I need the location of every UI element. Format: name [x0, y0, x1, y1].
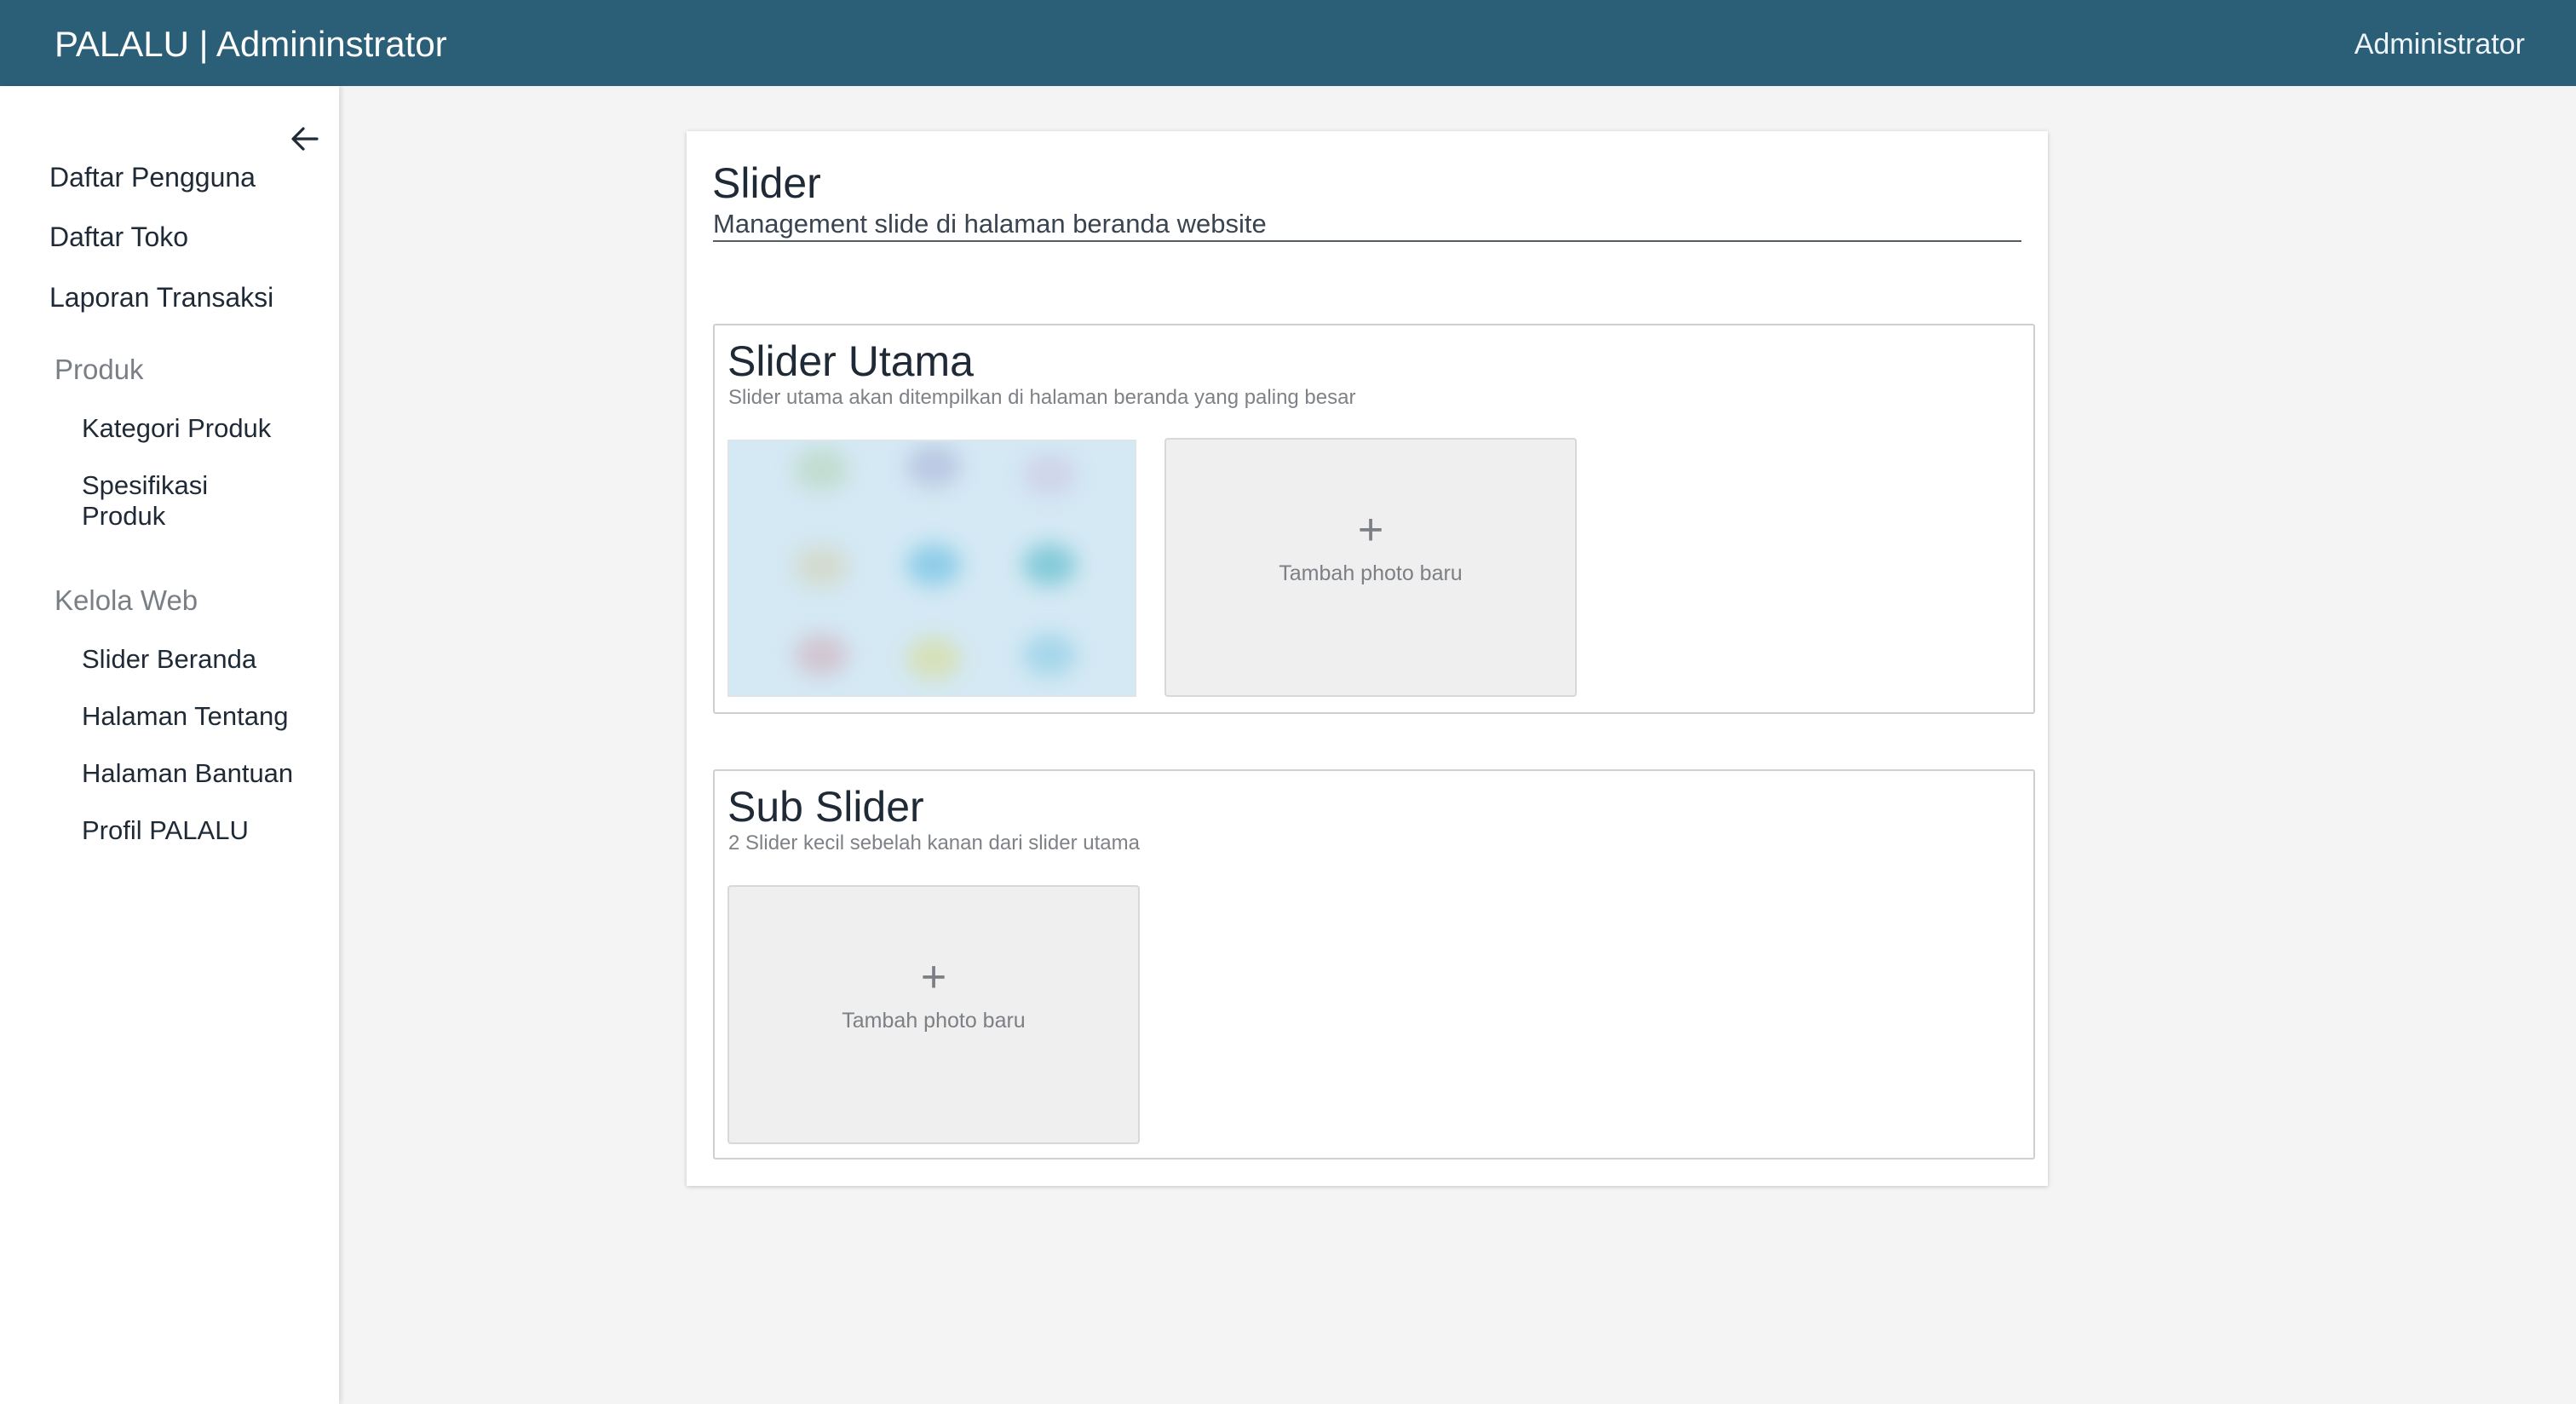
blur-spot	[1022, 544, 1077, 586]
add-photo-label: Tambah photo baru	[842, 1009, 1026, 1033]
sidebar-group-product: Produk	[55, 354, 144, 385]
sidebar-item-about-page[interactable]: Halaman Tentang	[82, 701, 288, 732]
sidebar-item-profile[interactable]: Profil PALALU	[82, 815, 249, 846]
sidebar-group-web: Kelola Web	[55, 584, 198, 616]
plus-icon: +	[1357, 505, 1384, 555]
arrow-left-icon[interactable]	[286, 120, 324, 158]
sidebar: Daftar Pengguna Daftar Toko Laporan Tran…	[0, 86, 339, 1404]
main-slider-title: Slider Utama	[727, 337, 974, 385]
sidebar-item-stores[interactable]: Daftar Toko	[49, 221, 188, 253]
title-divider	[713, 240, 2021, 242]
top-bar: PALALU | Admininstrator Administrator	[0, 0, 2576, 86]
main-slider-section: Slider Utama Slider utama akan ditempilk…	[713, 324, 2035, 714]
user-menu[interactable]: Administrator	[2355, 27, 2525, 61]
blur-spot	[906, 637, 961, 680]
sidebar-item-product-categories[interactable]: Kategori Produk	[82, 413, 271, 444]
add-photo-label: Tambah photo baru	[1279, 561, 1463, 585]
sidebar-item-slider[interactable]: Slider Beranda	[82, 644, 256, 675]
plus-icon: +	[920, 952, 947, 1002]
blur-spot	[794, 545, 848, 588]
sub-slider-section: Sub Slider 2 Slider kecil sebelah kanan …	[713, 769, 2035, 1159]
page-title: Slider	[712, 159, 821, 207]
blur-spot	[906, 544, 961, 586]
blur-spot	[906, 445, 961, 487]
add-sub-slider-photo-button[interactable]: + Tambah photo baru	[727, 885, 1140, 1144]
sidebar-item-transactions[interactable]: Laporan Transaksi	[49, 281, 273, 314]
blur-spot	[794, 448, 848, 491]
add-main-slider-photo-button[interactable]: + Tambah photo baru	[1164, 438, 1577, 697]
page-subtitle: Management slide di halaman beranda webs…	[713, 209, 1267, 239]
sidebar-item-product-specifications[interactable]: Spesifikasi Produk	[82, 470, 244, 532]
sidebar-item-users[interactable]: Daftar Pengguna	[49, 161, 256, 193]
blur-spot	[1022, 453, 1077, 496]
slider-card: Slider Management slide di halaman beran…	[687, 131, 2048, 1186]
main-slider-description: Slider utama akan ditempilkan di halaman…	[728, 386, 1356, 409]
app-title: PALALU | Admininstrator	[55, 24, 447, 64]
slider-image[interactable]	[727, 440, 1136, 697]
blur-spot	[1022, 634, 1077, 676]
sub-slider-title: Sub Slider	[727, 783, 924, 831]
sub-slider-description: 2 Slider kecil sebelah kanan dari slider…	[728, 831, 1140, 854]
blur-spot	[794, 634, 848, 676]
sidebar-item-help-page[interactable]: Halaman Bantuan	[82, 758, 293, 789]
